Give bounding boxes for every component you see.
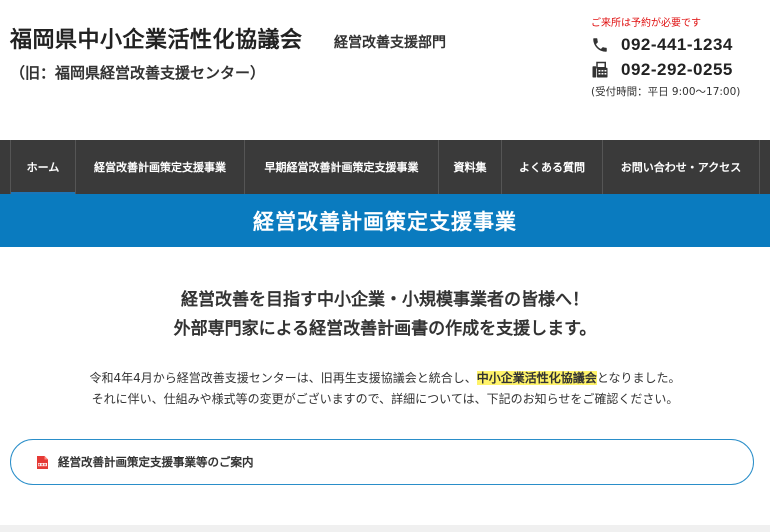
notice-highlight: 中小企業活性化協議会 <box>476 371 597 385</box>
tel-row: 092-441-1234 <box>591 35 733 55</box>
pdf-icon <box>37 455 48 469</box>
main-nav: ホーム 経営改善計画策定支援事業 早期経営改善計画策定支援事業 資料集 よくある… <box>0 140 770 194</box>
page-title: 経営改善計画策定支援事業 <box>253 209 517 234</box>
info-link-label[interactable]: 経営改善計画策定支援事業等のご案内 <box>58 454 254 470</box>
business-hours: (受付時間：平日 9:00〜17:00) <box>591 86 741 98</box>
nav-item-documents[interactable]: 資料集 <box>439 140 502 194</box>
page-banner: 経営改善計画策定支援事業 <box>0 194 770 247</box>
nav-item-early-improvement-plan[interactable]: 早期経営改善計画策定支援事業 <box>245 140 439 194</box>
lead-section: 経営改善を目指す中小企業・小規模事業者の皆様へ！ 外部専門家による経営改善計画書… <box>0 286 770 344</box>
info-link-box[interactable]: 経営改善計画策定支援事業等のご案内 <box>10 439 754 485</box>
site-header: 福岡県中小企業活性化協議会 経営改善支援部門 （旧：福岡県経営改善支援センター）… <box>0 0 770 140</box>
lead-line-1: 経営改善を目指す中小企業・小規模事業者の皆様へ！ <box>181 290 589 310</box>
notice-post: となりました。 <box>596 371 681 385</box>
notice-pre: 令和4年4月から経営改善支援センターは、旧再生支援協議会と統合し、 <box>89 371 477 385</box>
fax-number: 092-292-0255 <box>621 60 733 79</box>
tel-number[interactable]: 092-441-1234 <box>621 35 733 55</box>
nav-item-faq[interactable]: よくある質問 <box>502 140 603 194</box>
notice-line-1: 令和4年4月から経営改善支援センターは、旧再生支援協議会と統合し、中小企業活性化… <box>0 368 770 389</box>
fax-icon <box>592 61 608 78</box>
phone-icon <box>593 38 607 52</box>
lead-line-2: 外部専門家による経営改善計画書の作成を支援します。 <box>173 319 597 339</box>
org-name[interactable]: 福岡県中小企業活性化協議会 <box>10 22 303 54</box>
contact-block: ご来所は予約が必要です 092-441-1234 092-292-0255 (受… <box>591 14 766 98</box>
nav-item-home[interactable]: ホーム <box>10 140 76 194</box>
nav-item-improvement-plan[interactable]: 経営改善計画策定支援事業 <box>76 140 245 194</box>
footer-strip <box>0 525 770 532</box>
org-former-name: （旧：福岡県経営改善支援センター） <box>10 64 266 82</box>
nav-item-contact-access[interactable]: お問い合わせ・アクセス <box>603 140 760 194</box>
fax-row: 092-292-0255 <box>591 60 733 80</box>
notice-text: 令和4年4月から経営改善支援センターは、旧再生支援協議会と統合し、中小企業活性化… <box>0 368 770 410</box>
org-department: 経営改善支援部門 <box>334 35 446 51</box>
reservation-note: ご来所は予約が必要です <box>591 18 701 29</box>
notice-line-2: それに伴い、仕組みや様式等の変更がございますので、詳細については、下記のお知らせ… <box>91 392 679 406</box>
